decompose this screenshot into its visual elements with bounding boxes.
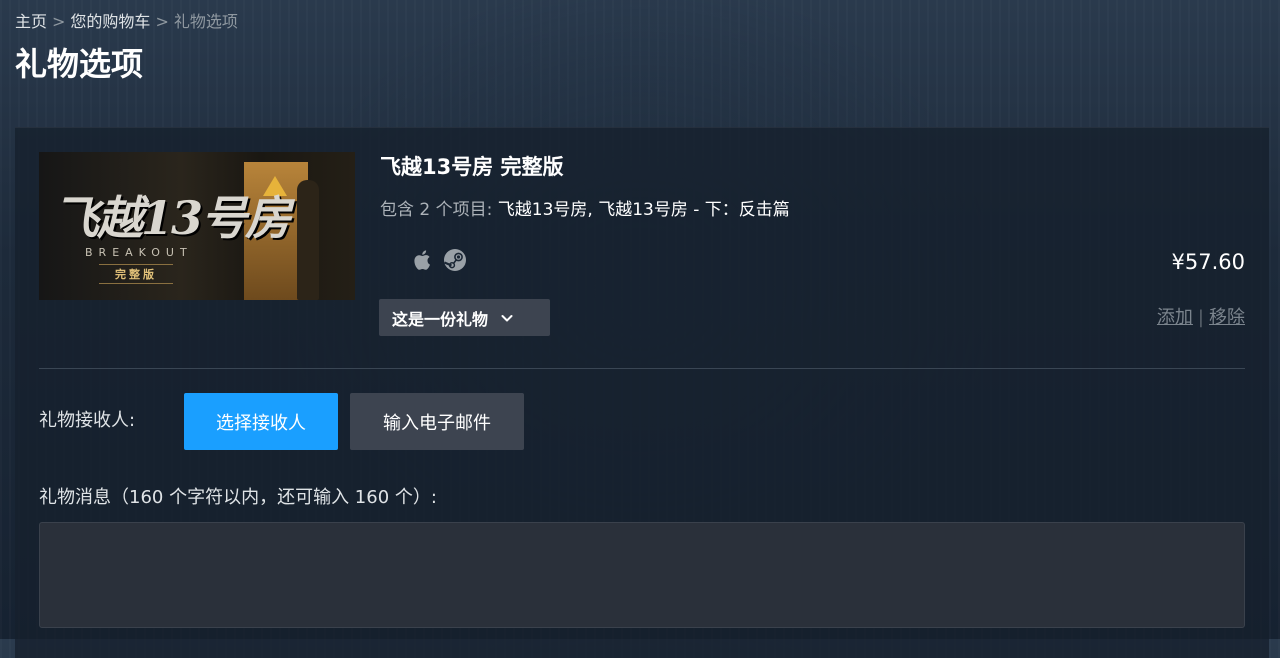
remove-link[interactable]: 移除 [1209,307,1245,328]
item-includes: 包含 2 个项目: 飞越13号房, 飞越13号房 - 下：反击篇 [380,198,790,222]
gift-type-dropdown-label: 这是一份礼物 [392,309,489,329]
breadcrumb-current: 礼物选项 [173,12,238,31]
platform-icons [379,248,475,276]
gift-recipient-label: 礼物接收人: [39,410,136,431]
breadcrumb-separator: > [52,12,66,31]
cart-item-actions: 添加 | 移除 [1157,306,1245,330]
game-capsule-image[interactable]: 飞越13号房 BREAKOUT 完整版 [39,152,355,300]
enter-email-button[interactable]: 输入电子邮件 [350,393,524,450]
windows-icon [379,250,403,274]
select-recipient-button[interactable]: 选择接收人 [184,393,338,450]
breadcrumb-cart-link[interactable]: 您的购物车 [70,12,150,31]
gift-message-label: 礼物消息（160 个字符以内，还可输入 160 个）: [39,487,437,508]
item-title[interactable]: 飞越13号房 完整版 [380,153,564,181]
actions-separator: | [1197,307,1204,328]
breadcrumb-separator: > [155,12,169,31]
breadcrumb-home-link[interactable]: 主页 [15,12,47,31]
item-includes-list: 飞越13号房, 飞越13号房 - 下：反击篇 [497,200,790,220]
gift-type-dropdown[interactable]: 这是一份礼物 [379,299,550,336]
item-includes-prefix: 包含 2 个项目: [380,200,493,220]
breadcrumb: 主页 > 您的购物车 > 礼物选项 [15,11,238,33]
capsule-logo-subtitle: BREAKOUT [85,246,193,259]
capsule-logo-text: 飞越13号房 [53,191,291,245]
chevron-down-icon [501,314,513,321]
apple-icon [411,248,435,276]
gift-options-panel: 飞越13号房 BREAKOUT 完整版 飞越13号房 完整版 包含 2 个项目:… [15,127,1269,658]
steam-icon [443,248,467,276]
section-divider [39,368,1245,369]
capsule-figure-art [297,180,319,300]
add-link[interactable]: 添加 [1157,307,1193,328]
gift-message-input[interactable] [39,522,1245,628]
page-title: 礼物选项 [15,45,144,83]
capsule-logo-badge: 完整版 [99,264,173,284]
item-price: ¥57.60 [1171,250,1245,274]
